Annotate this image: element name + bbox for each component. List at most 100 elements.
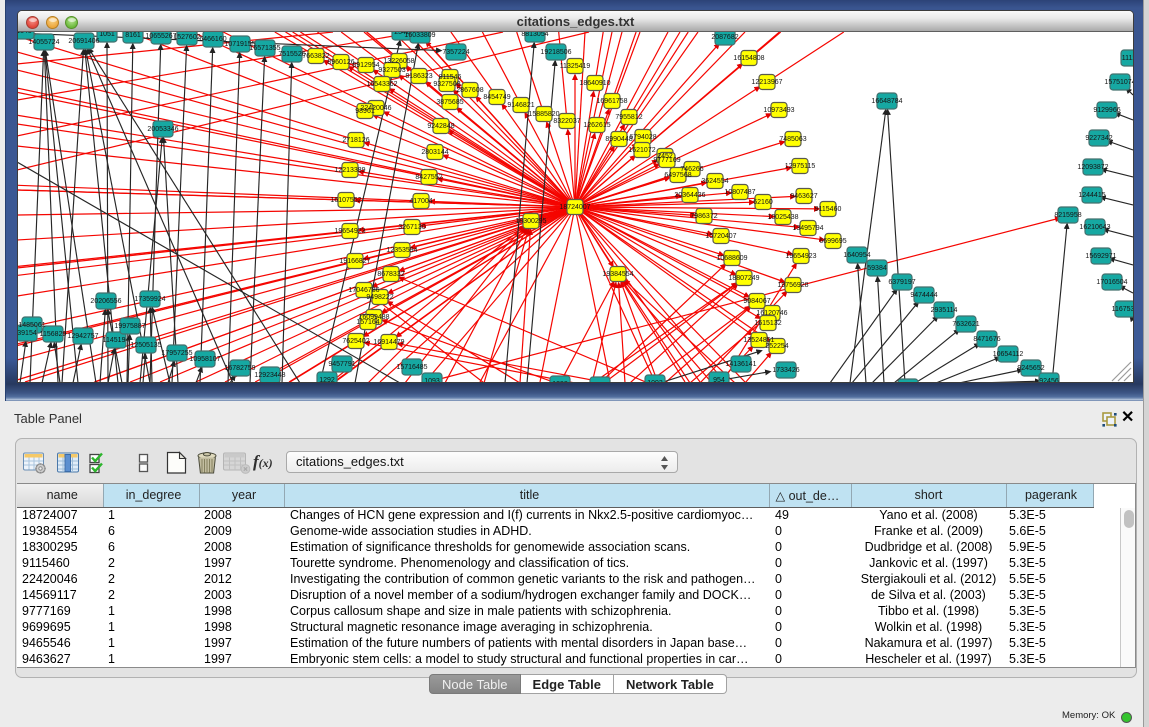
svg-text:1615132: 1615132 [754, 320, 781, 327]
svg-text:8215958: 8215958 [1054, 212, 1081, 219]
svg-text:10688609: 10688609 [716, 255, 747, 262]
svg-text:3267130: 3267130 [398, 224, 425, 231]
svg-text:1292: 1292 [319, 377, 335, 382]
svg-text:1545: 1545 [18, 32, 32, 35]
svg-text:12505135: 12505135 [130, 342, 161, 349]
svg-text:16571355: 16571355 [249, 45, 280, 52]
svg-text:20364436: 20364436 [674, 192, 705, 199]
svg-text:252254: 252254 [765, 343, 788, 350]
svg-text:8186323: 8186323 [405, 73, 432, 80]
svg-text:16154808: 16154808 [733, 55, 764, 62]
svg-text:2935114: 2935114 [931, 307, 958, 314]
svg-text:2718126: 2718126 [342, 137, 369, 144]
svg-text:17016504: 17016504 [1096, 279, 1127, 286]
svg-text:1733426: 1733426 [772, 367, 799, 374]
svg-text:7632621: 7632621 [952, 321, 979, 328]
svg-text:16648784: 16648784 [871, 98, 902, 105]
svg-text:1262615: 1262615 [583, 122, 610, 129]
svg-text:16914479: 16914479 [373, 339, 404, 346]
svg-text:8912954: 8912954 [352, 62, 379, 69]
svg-text:20053346: 20053346 [147, 126, 178, 133]
svg-text:16120746: 16120746 [756, 310, 787, 317]
svg-text:10025438: 10025438 [767, 214, 798, 221]
svg-text:15720407: 15720407 [705, 233, 736, 240]
svg-text:7955812: 7955812 [615, 114, 642, 121]
svg-text:1093: 1093 [647, 380, 663, 382]
svg-text:8471676: 8471676 [973, 336, 1000, 343]
svg-text:19975887: 19975887 [114, 323, 145, 330]
svg-text:1167533: 1167533 [1112, 306, 1133, 313]
svg-text:17046786: 17046786 [348, 287, 379, 294]
svg-text:8161: 8161 [125, 32, 141, 39]
svg-text:1485061: 1485061 [18, 322, 45, 329]
svg-text:11325419: 11325419 [560, 63, 591, 70]
svg-text:14055724: 14055724 [28, 39, 59, 46]
svg-text:15692971: 15692971 [1085, 253, 1116, 260]
svg-text:10807487: 10807487 [724, 189, 755, 196]
svg-text:1051: 1051 [99, 32, 115, 38]
svg-text:19654923: 19654923 [785, 253, 816, 260]
svg-text:13226058: 13226058 [383, 58, 414, 65]
svg-text:8813054: 8813054 [521, 32, 548, 38]
svg-text:1292: 1292 [552, 381, 568, 382]
svg-text:9242848: 9242848 [427, 123, 454, 130]
svg-text:13495794: 13495794 [792, 225, 823, 232]
svg-text:9084067: 9084067 [743, 298, 770, 305]
svg-text:7663822: 7663822 [302, 53, 329, 60]
svg-text:16543362: 16543362 [366, 81, 397, 88]
svg-text:18724007: 18724007 [559, 204, 590, 211]
svg-text:59384: 59384 [867, 265, 887, 272]
svg-text:6379197: 6379197 [888, 279, 915, 286]
svg-text:7485063: 7485063 [779, 136, 806, 143]
svg-text:9245652: 9245652 [1017, 365, 1044, 372]
svg-text:2087682: 2087682 [711, 34, 738, 41]
svg-text:1527602: 1527602 [173, 34, 200, 41]
svg-text:12353594: 12353594 [386, 247, 417, 254]
svg-text:954: 954 [713, 377, 725, 382]
svg-text:11121: 11121 [1122, 55, 1133, 62]
svg-text:9115460: 9115460 [815, 206, 842, 213]
svg-text:12093872: 12093872 [1077, 164, 1108, 171]
svg-text:19384554: 19384554 [602, 271, 633, 278]
svg-text:157164: 157164 [356, 319, 379, 326]
svg-text:8960126: 8960126 [327, 59, 354, 66]
svg-text:8322037: 8322037 [553, 118, 580, 125]
svg-text:12213967: 12213967 [751, 79, 782, 86]
svg-text:8427552: 8427552 [415, 174, 442, 181]
svg-text:2803144: 2803144 [421, 149, 448, 156]
svg-text:1621072: 1621072 [628, 147, 655, 154]
svg-text:6699695: 6699695 [819, 238, 846, 245]
svg-text:16210643: 16210643 [1079, 224, 1110, 231]
svg-text:92456: 92456 [1039, 378, 1059, 382]
svg-text:1156829: 1156829 [40, 331, 67, 338]
svg-text:3624554: 3624554 [701, 178, 728, 185]
svg-text:19166827: 19166827 [339, 258, 370, 265]
svg-text:16033809: 16033809 [404, 32, 435, 39]
svg-text:10973493: 10973493 [763, 107, 794, 114]
svg-text:20691406: 20691406 [68, 38, 99, 45]
svg-text:16961758: 16961758 [596, 98, 627, 105]
svg-text:6466160: 6466160 [199, 36, 226, 43]
svg-text:7625402: 7625402 [342, 338, 369, 345]
svg-text:20206556: 20206556 [90, 298, 121, 305]
svg-text:19756928: 19756928 [777, 282, 808, 289]
svg-text:14136141: 14136141 [725, 361, 756, 368]
svg-text:9227342: 9227342 [1085, 135, 1112, 142]
svg-text:19218506: 19218506 [540, 49, 571, 56]
svg-text:16107552: 16107552 [330, 197, 361, 204]
svg-text:10655267: 10655267 [145, 33, 176, 40]
svg-text:9327503: 9327503 [378, 67, 405, 74]
svg-text:6794028: 6794028 [629, 134, 656, 141]
svg-text:811546: 811546 [439, 74, 462, 81]
svg-text:10654112: 10654112 [993, 351, 1024, 358]
svg-text:9463627: 9463627 [790, 193, 817, 200]
svg-text:16782759: 16782759 [224, 365, 255, 372]
svg-text:15885820: 15885820 [528, 111, 559, 118]
svg-text:9474444: 9474444 [910, 292, 937, 299]
svg-text:3875685: 3875685 [436, 99, 463, 106]
svg-text:9129966: 9129966 [1093, 107, 1120, 114]
svg-text:18640910: 18640910 [579, 80, 610, 87]
svg-text:7986372: 7986372 [690, 213, 717, 220]
svg-text:1640954: 1640954 [843, 252, 870, 259]
svg-text:2867608: 2867608 [456, 87, 483, 94]
